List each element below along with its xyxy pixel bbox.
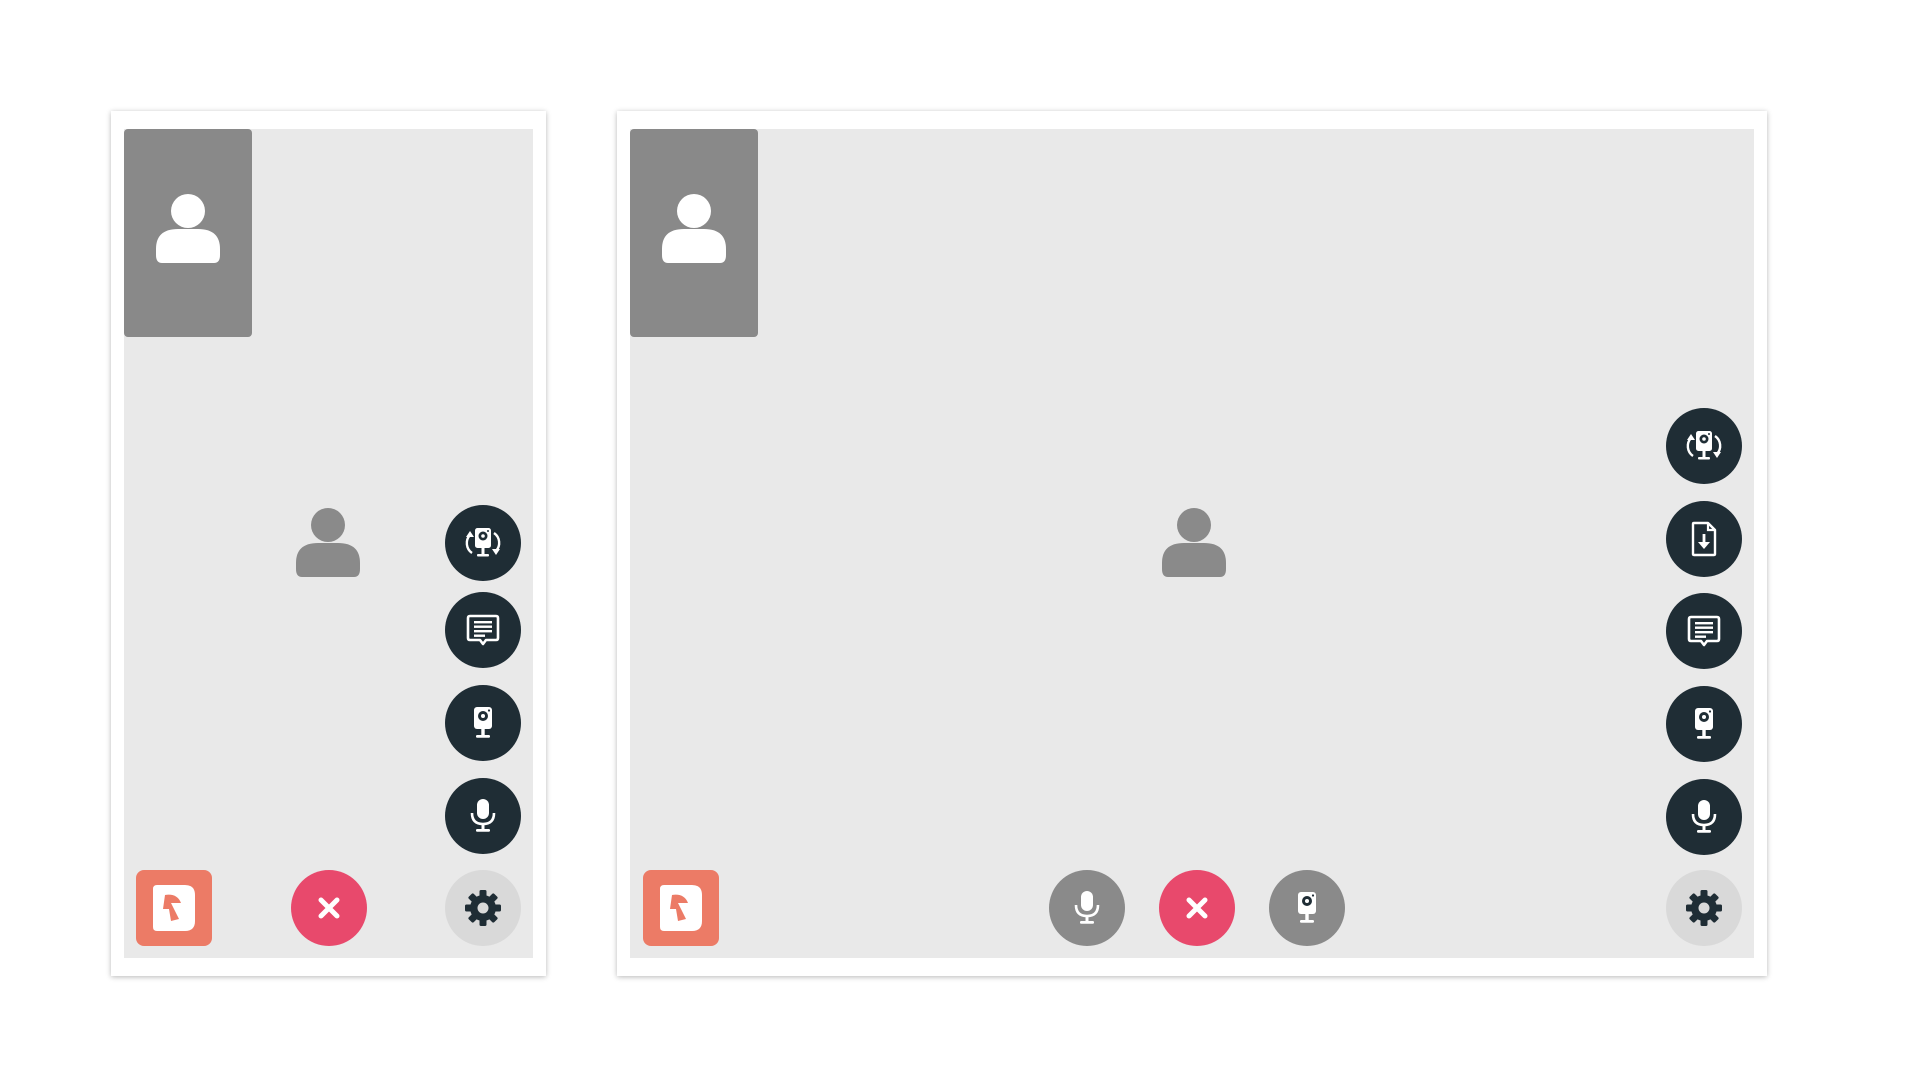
user-icon	[296, 507, 360, 577]
camera-button[interactable]	[445, 685, 521, 761]
close-icon	[309, 888, 349, 928]
remote-video-stage	[124, 129, 533, 958]
microphone-button[interactable]	[1666, 779, 1742, 855]
chat-icon	[1684, 611, 1724, 651]
close-icon	[1177, 888, 1217, 928]
user-icon	[662, 193, 726, 263]
microphone-icon	[463, 796, 503, 836]
chat-button[interactable]	[1666, 593, 1742, 669]
toggle-microphone-button[interactable]	[1049, 870, 1125, 946]
settings-button[interactable]	[1666, 870, 1742, 946]
user-icon	[156, 193, 220, 263]
camera-icon	[1684, 704, 1724, 744]
switch-camera-button[interactable]	[445, 505, 521, 581]
toggle-camera-button[interactable]	[1269, 870, 1345, 946]
switch-camera-icon	[1684, 426, 1724, 466]
desktop-call-window	[617, 111, 1767, 976]
user-icon	[1162, 507, 1226, 577]
hang-up-button[interactable]	[291, 870, 367, 946]
camera-icon	[463, 703, 503, 743]
microphone-icon	[1067, 888, 1107, 928]
brand-logo-button[interactable]	[643, 870, 719, 946]
brand-logo-button[interactable]	[136, 870, 212, 946]
self-view-tile[interactable]	[630, 129, 758, 337]
remote-video-stage	[630, 129, 1754, 958]
settings-button[interactable]	[445, 870, 521, 946]
gear-icon	[1684, 888, 1724, 928]
file-download-icon	[1684, 519, 1724, 559]
camera-icon	[1287, 888, 1327, 928]
self-view-tile[interactable]	[124, 129, 252, 337]
gear-icon	[463, 888, 503, 928]
camera-button[interactable]	[1666, 686, 1742, 762]
switch-camera-button[interactable]	[1666, 408, 1742, 484]
microphone-icon	[1684, 797, 1724, 837]
file-download-button[interactable]	[1666, 501, 1742, 577]
remote-user-avatar	[296, 507, 360, 577]
brand-logo-icon	[656, 881, 706, 935]
chat-button[interactable]	[445, 592, 521, 668]
brand-logo-icon	[149, 881, 199, 935]
microphone-button[interactable]	[445, 778, 521, 854]
mobile-call-window	[111, 111, 546, 976]
chat-icon	[463, 610, 503, 650]
hang-up-button[interactable]	[1159, 870, 1235, 946]
remote-user-avatar	[1162, 507, 1226, 577]
switch-camera-icon	[463, 523, 503, 563]
